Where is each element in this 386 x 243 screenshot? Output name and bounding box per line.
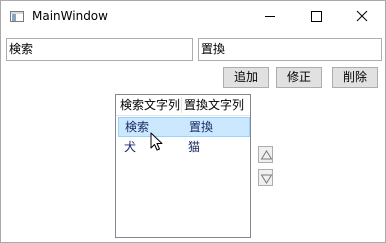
maximize-button[interactable] bbox=[293, 1, 339, 32]
list-row-selected[interactable]: 検索 置換 bbox=[118, 117, 250, 137]
column-header-replace[interactable]: 置換文字列 bbox=[184, 95, 250, 115]
modify-button[interactable]: 修正 bbox=[276, 67, 322, 88]
maximize-icon bbox=[311, 11, 322, 22]
list-cell-replace: 猫 bbox=[188, 140, 201, 154]
replacement-list[interactable]: 検索文字列 置換文字列 検索 置換 犬 猫 bbox=[115, 94, 251, 238]
minimize-icon bbox=[265, 16, 275, 17]
search-input[interactable]: 検索 bbox=[6, 38, 193, 61]
window-title: MainWindow bbox=[32, 9, 108, 23]
list-cell-search: 検索 bbox=[125, 120, 150, 134]
list-cell-search: 犬 bbox=[124, 140, 137, 154]
list-cell-replace: 置換 bbox=[189, 120, 214, 134]
triangle-up-icon bbox=[260, 150, 273, 160]
move-down-button[interactable] bbox=[258, 169, 273, 186]
triangle-down-icon bbox=[260, 174, 273, 184]
column-header-search[interactable]: 検索文字列 bbox=[120, 95, 182, 115]
close-icon bbox=[356, 10, 368, 22]
column-divider[interactable] bbox=[181, 97, 182, 113]
minimize-button[interactable] bbox=[247, 1, 293, 32]
replace-input[interactable]: 置換 bbox=[198, 38, 382, 61]
add-button[interactable]: 追加 bbox=[223, 67, 269, 88]
mouse-cursor-icon bbox=[150, 132, 163, 151]
title-bar[interactable]: MainWindow bbox=[1, 1, 385, 32]
delete-button[interactable]: 削除 bbox=[332, 67, 378, 88]
list-row[interactable]: 犬 猫 bbox=[118, 137, 250, 157]
app-icon bbox=[10, 11, 24, 22]
list-header: 検索文字列 置換文字列 bbox=[116, 95, 250, 116]
main-window: MainWindow 検索 置換 追加 修正 削除 検索文字列 置換文字列 検索… bbox=[0, 0, 386, 243]
close-button[interactable] bbox=[339, 1, 385, 32]
move-up-button[interactable] bbox=[258, 146, 273, 163]
